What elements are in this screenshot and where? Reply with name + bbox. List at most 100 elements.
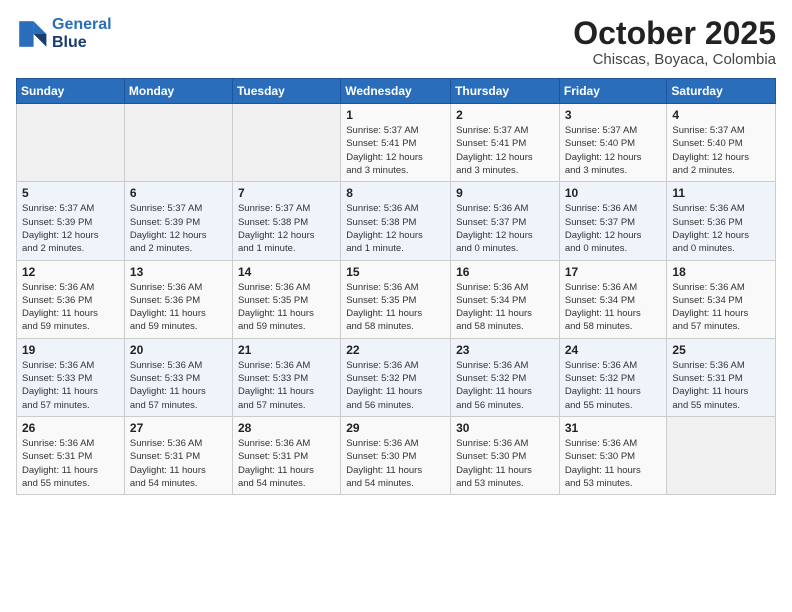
- calendar-day-cell: 18 Sunrise: 5:36 AM Sunset: 5:34 PM Dayli…: [667, 260, 776, 338]
- day-info: Sunrise: 5:37 AM Sunset: 5:40 PM Dayligh…: [672, 124, 770, 177]
- day-number: 30: [456, 421, 554, 435]
- calendar-day-cell: 22Sunrise: 5:36 AM Sunset: 5:32 PM Dayli…: [341, 338, 451, 416]
- day-number: 14: [238, 265, 335, 279]
- location-subtitle: Chiscas, Boyaca, Colombia: [573, 51, 776, 68]
- header: General Blue October 2025 Chiscas, Boyac…: [16, 16, 776, 68]
- calendar-day-cell: [667, 416, 776, 494]
- calendar-day-cell: 5 Sunrise: 5:37 AM Sunset: 5:39 PM Daylig…: [17, 182, 125, 260]
- day-info: Sunrise: 5:37 AM Sunset: 5:39 PM Dayligh…: [22, 202, 119, 255]
- calendar-table: SundayMondayTuesdayWednesdayThursdayFrid…: [16, 78, 776, 495]
- day-number: 26: [22, 421, 119, 435]
- day-number: 8: [346, 186, 445, 200]
- day-info: Sunrise: 5:36 AM Sunset: 5:31 PM Dayligh…: [238, 437, 335, 490]
- day-number: 13: [130, 265, 227, 279]
- calendar-week-row: 26 Sunrise: 5:36 AM Sunset: 5:31 PM Dayli…: [17, 416, 776, 494]
- day-number: 11: [672, 186, 770, 200]
- day-number: 3: [565, 108, 662, 122]
- day-number: 15: [346, 265, 445, 279]
- calendar-day-cell: 9Sunrise: 5:36 AM Sunset: 5:37 PM Daylig…: [451, 182, 560, 260]
- calendar-day-cell: 29Sunrise: 5:36 AM Sunset: 5:30 PM Dayli…: [341, 416, 451, 494]
- day-number: 18: [672, 265, 770, 279]
- calendar-day-cell: 12 Sunrise: 5:36 AM Sunset: 5:36 PM Dayli…: [17, 260, 125, 338]
- weekday-header-row: SundayMondayTuesdayWednesdayThursdayFrid…: [17, 79, 776, 104]
- weekday-header: Thursday: [451, 79, 560, 104]
- day-info: Sunrise: 5:36 AM Sunset: 5:33 PM Dayligh…: [238, 359, 335, 412]
- day-number: 20: [130, 343, 227, 357]
- day-info: Sunrise: 5:36 AM Sunset: 5:31 PM Dayligh…: [22, 437, 119, 490]
- calendar-day-cell: 28 Sunrise: 5:36 AM Sunset: 5:31 PM Dayli…: [232, 416, 340, 494]
- day-info: Sunrise: 5:36 AM Sunset: 5:32 PM Dayligh…: [565, 359, 662, 412]
- calendar-day-cell: 25 Sunrise: 5:36 AM Sunset: 5:31 PM Dayli…: [667, 338, 776, 416]
- calendar-day-cell: 10 Sunrise: 5:36 AM Sunset: 5:37 PM Dayli…: [559, 182, 667, 260]
- day-info: Sunrise: 5:36 AM Sunset: 5:36 PM Dayligh…: [22, 281, 119, 334]
- logo-text: General Blue: [52, 16, 112, 51]
- day-number: 22: [346, 343, 445, 357]
- calendar-day-cell: 31 Sunrise: 5:36 AM Sunset: 5:30 PM Dayli…: [559, 416, 667, 494]
- day-number: 16: [456, 265, 554, 279]
- weekday-header: Saturday: [667, 79, 776, 104]
- day-info: Sunrise: 5:36 AM Sunset: 5:32 PM Dayligh…: [456, 359, 554, 412]
- calendar-day-cell: 3 Sunrise: 5:37 AM Sunset: 5:40 PM Daylig…: [559, 104, 667, 182]
- day-info: Sunrise: 5:37 AM Sunset: 5:40 PM Dayligh…: [565, 124, 662, 177]
- day-info: Sunrise: 5:36 AM Sunset: 5:35 PM Dayligh…: [238, 281, 335, 334]
- weekday-header: Friday: [559, 79, 667, 104]
- day-info: Sunrise: 5:36 AM Sunset: 5:30 PM Dayligh…: [565, 437, 662, 490]
- day-info: Sunrise: 5:36 AM Sunset: 5:31 PM Dayligh…: [672, 359, 770, 412]
- day-info: Sunrise: 5:36 AM Sunset: 5:34 PM Dayligh…: [456, 281, 554, 334]
- day-number: 5: [22, 186, 119, 200]
- calendar-day-cell: 30 Sunrise: 5:36 AM Sunset: 5:30 PM Dayli…: [451, 416, 560, 494]
- day-info: Sunrise: 5:37 AM Sunset: 5:41 PM Dayligh…: [346, 124, 445, 177]
- day-info: Sunrise: 5:36 AM Sunset: 5:30 PM Dayligh…: [346, 437, 445, 490]
- weekday-header: Wednesday: [341, 79, 451, 104]
- day-info: Sunrise: 5:36 AM Sunset: 5:31 PM Dayligh…: [130, 437, 227, 490]
- day-info: Sunrise: 5:37 AM Sunset: 5:41 PM Dayligh…: [456, 124, 554, 177]
- weekday-header: Tuesday: [232, 79, 340, 104]
- day-number: 2: [456, 108, 554, 122]
- title-block: October 2025 Chiscas, Boyaca, Colombia: [573, 16, 776, 68]
- calendar-day-cell: 24Sunrise: 5:36 AM Sunset: 5:32 PM Dayli…: [559, 338, 667, 416]
- day-number: 28: [238, 421, 335, 435]
- calendar-week-row: 19 Sunrise: 5:36 AM Sunset: 5:33 PM Dayli…: [17, 338, 776, 416]
- day-info: Sunrise: 5:36 AM Sunset: 5:37 PM Dayligh…: [456, 202, 554, 255]
- day-info: Sunrise: 5:36 AM Sunset: 5:36 PM Dayligh…: [130, 281, 227, 334]
- day-info: Sunrise: 5:36 AM Sunset: 5:35 PM Dayligh…: [346, 281, 445, 334]
- day-info: Sunrise: 5:36 AM Sunset: 5:30 PM Dayligh…: [456, 437, 554, 490]
- calendar-day-cell: [17, 104, 125, 182]
- day-info: Sunrise: 5:36 AM Sunset: 5:38 PM Dayligh…: [346, 202, 445, 255]
- day-number: 7: [238, 186, 335, 200]
- day-info: Sunrise: 5:36 AM Sunset: 5:36 PM Dayligh…: [672, 202, 770, 255]
- day-info: Sunrise: 5:36 AM Sunset: 5:34 PM Dayligh…: [672, 281, 770, 334]
- day-number: 31: [565, 421, 662, 435]
- day-number: 25: [672, 343, 770, 357]
- calendar-day-cell: 23Sunrise: 5:36 AM Sunset: 5:32 PM Dayli…: [451, 338, 560, 416]
- calendar-day-cell: 14 Sunrise: 5:36 AM Sunset: 5:35 PM Dayli…: [232, 260, 340, 338]
- calendar-day-cell: 1Sunrise: 5:37 AM Sunset: 5:41 PM Daylig…: [341, 104, 451, 182]
- day-info: Sunrise: 5:36 AM Sunset: 5:37 PM Dayligh…: [565, 202, 662, 255]
- calendar-day-cell: 11 Sunrise: 5:36 AM Sunset: 5:36 PM Dayli…: [667, 182, 776, 260]
- month-title: October 2025: [573, 16, 776, 51]
- day-number: 12: [22, 265, 119, 279]
- calendar-day-cell: 26 Sunrise: 5:36 AM Sunset: 5:31 PM Dayli…: [17, 416, 125, 494]
- calendar-week-row: 1Sunrise: 5:37 AM Sunset: 5:41 PM Daylig…: [17, 104, 776, 182]
- day-number: 19: [22, 343, 119, 357]
- weekday-header: Sunday: [17, 79, 125, 104]
- day-number: 17: [565, 265, 662, 279]
- day-info: Sunrise: 5:37 AM Sunset: 5:38 PM Dayligh…: [238, 202, 335, 255]
- calendar-day-cell: 13 Sunrise: 5:36 AM Sunset: 5:36 PM Dayli…: [124, 260, 232, 338]
- calendar-day-cell: 4Sunrise: 5:37 AM Sunset: 5:40 PM Daylig…: [667, 104, 776, 182]
- calendar-day-cell: 16 Sunrise: 5:36 AM Sunset: 5:34 PM Dayli…: [451, 260, 560, 338]
- calendar-day-cell: 7 Sunrise: 5:37 AM Sunset: 5:38 PM Daylig…: [232, 182, 340, 260]
- calendar-day-cell: 2 Sunrise: 5:37 AM Sunset: 5:41 PM Daylig…: [451, 104, 560, 182]
- day-info: Sunrise: 5:37 AM Sunset: 5:39 PM Dayligh…: [130, 202, 227, 255]
- calendar-week-row: 5 Sunrise: 5:37 AM Sunset: 5:39 PM Daylig…: [17, 182, 776, 260]
- calendar-day-cell: 20Sunrise: 5:36 AM Sunset: 5:33 PM Dayli…: [124, 338, 232, 416]
- day-number: 10: [565, 186, 662, 200]
- calendar-week-row: 12 Sunrise: 5:36 AM Sunset: 5:36 PM Dayli…: [17, 260, 776, 338]
- calendar-day-cell: 17Sunrise: 5:36 AM Sunset: 5:34 PM Dayli…: [559, 260, 667, 338]
- day-number: 21: [238, 343, 335, 357]
- calendar-day-cell: [232, 104, 340, 182]
- calendar-day-cell: 27Sunrise: 5:36 AM Sunset: 5:31 PM Dayli…: [124, 416, 232, 494]
- weekday-header: Monday: [124, 79, 232, 104]
- calendar-day-cell: 6Sunrise: 5:37 AM Sunset: 5:39 PM Daylig…: [124, 182, 232, 260]
- page: General Blue October 2025 Chiscas, Boyac…: [0, 0, 792, 612]
